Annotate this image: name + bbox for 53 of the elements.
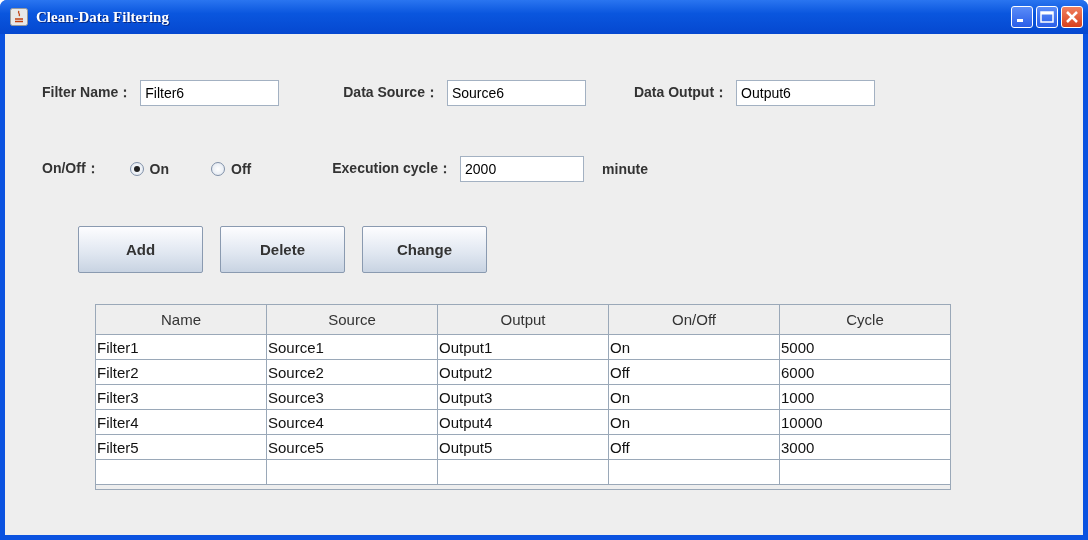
table-cell: Off [608,434,780,460]
field-label: On/Off： [42,160,100,178]
table-cell: 1000 [779,384,951,410]
unit-label: minute [602,161,648,177]
table-cell: Source2 [266,359,438,385]
radio-button[interactable]: On [129,161,169,177]
close-button[interactable] [1061,6,1083,28]
table-cell: On [608,334,780,360]
action-button[interactable]: Delete [220,226,345,273]
column-header[interactable]: Name [95,304,267,335]
table-cell: 10000 [779,409,951,435]
maximize-button[interactable] [1036,6,1058,28]
close-icon [1065,10,1079,24]
column-header[interactable]: Source [266,304,438,335]
table-cell: Filter3 [95,384,267,410]
filter-name-field[interactable]: Filter6 [140,80,280,106]
table-cell: Output4 [437,409,609,435]
window-title: Clean-Data Filtering [36,8,170,26]
maximize-icon [1040,11,1054,23]
data-output-field[interactable]: Output6 [736,80,876,106]
minimize-button[interactable] [1011,6,1033,28]
table-cell: Source5 [266,434,438,460]
column-header[interactable]: Output [437,304,609,335]
field-label: Filter Name： [42,84,133,102]
table-cell: Filter5 [95,434,267,460]
table-cell: Filter2 [95,359,267,385]
field-label: Execution cycle： [332,160,453,178]
table-cell: On [608,384,780,410]
action-button[interactable]: Change [362,226,487,273]
table-cell: 5000 [779,334,951,360]
table-cell: Output3 [437,384,609,410]
field-label: Data Output： [633,84,729,102]
execution-cycle-field[interactable]: 2000 [460,156,585,182]
table-cell: Source4 [266,409,438,435]
table-cell: On [608,409,780,435]
minimize-icon [1017,19,1023,22]
table-cell: Output1 [437,334,609,360]
table-cell: Filter1 [95,334,267,360]
table-cell: Source3 [266,384,438,410]
radio-button[interactable]: Off [211,161,252,177]
table-cell: Source1 [266,334,438,360]
column-header[interactable]: Cycle [779,304,951,335]
data-source-field[interactable]: Source6 [446,80,586,106]
table-cell: Filter4 [95,409,267,435]
table-cell: 3000 [779,434,951,460]
table-cell: Output2 [437,359,609,385]
column-header[interactable]: On/Off [608,304,780,335]
table-cell: Output5 [437,434,609,460]
table-cell: Off [608,359,780,385]
field-label: Data Source： [343,84,439,102]
table-cell: 6000 [779,359,951,385]
app-icon [10,8,28,26]
action-button[interactable]: Add [78,226,203,273]
